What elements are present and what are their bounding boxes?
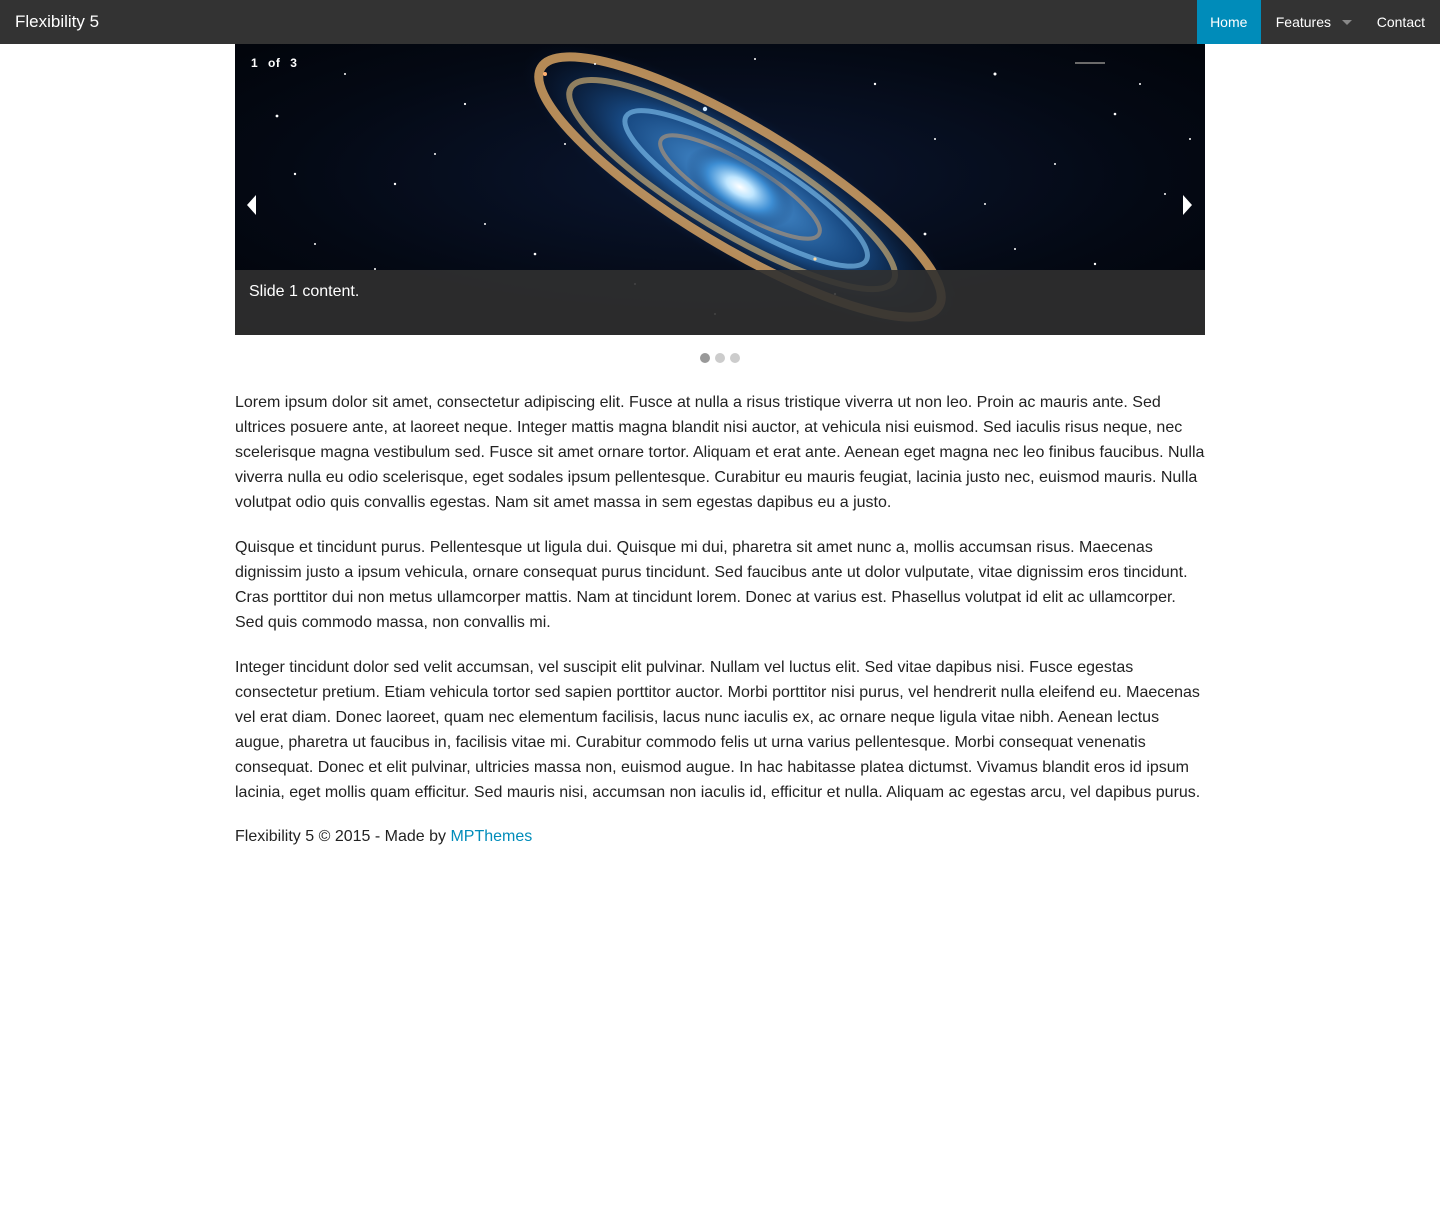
site-brand[interactable]: Flexibility 5 xyxy=(15,0,99,44)
main-content: Lorem ipsum dolor sit amet, consectetur … xyxy=(235,390,1207,849)
paragraph: Lorem ipsum dolor sit amet, consectetur … xyxy=(235,394,1205,511)
nav-item-label: Contact xyxy=(1376,13,1425,30)
top-bar: Flexibility 5 Home Features Contact xyxy=(0,0,1440,44)
slider-dot-2[interactable] xyxy=(715,353,725,363)
arrow-right-icon[interactable] xyxy=(1183,195,1192,215)
slider-pager xyxy=(700,353,740,363)
paragraph: Quisque et tincidunt purus. Pellentesque… xyxy=(235,539,1188,631)
slide-counter-of: of xyxy=(268,56,281,70)
main-nav: Home Features Contact xyxy=(1196,0,1440,44)
footer: Flexibility 5 © 2015 - Made by MPThemes xyxy=(235,824,1207,849)
nav-item-features[interactable]: Features xyxy=(1261,0,1362,44)
slider-dot-3[interactable] xyxy=(730,353,740,363)
slide-caption-text: Slide 1 content. xyxy=(249,283,360,300)
slide-counter: 1 of 3 xyxy=(251,56,297,70)
nav-item-label: Home xyxy=(1210,13,1248,30)
arrow-left-icon[interactable] xyxy=(247,195,256,215)
image-slider: 1 of 3 Slide 1 content. xyxy=(235,44,1205,335)
footer-text: Flexibility 5 © 2015 - Made by xyxy=(235,828,451,845)
nav-item-label: Features xyxy=(1275,13,1331,30)
slide-counter-total: 3 xyxy=(290,56,298,70)
slide-counter-current: 1 xyxy=(251,56,259,70)
nav-item-contact[interactable]: Contact xyxy=(1362,0,1440,44)
slide-caption: Slide 1 content. xyxy=(235,270,1205,335)
footer-link-mpthemes[interactable]: MPThemes xyxy=(450,828,532,845)
slider-dot-1[interactable] xyxy=(700,353,710,363)
caret-down-icon xyxy=(1342,20,1352,25)
paragraph: Integer tincidunt dolor sed velit accums… xyxy=(235,659,1201,801)
slide-progress-bar xyxy=(1075,62,1105,64)
nav-item-home[interactable]: Home xyxy=(1196,0,1261,44)
